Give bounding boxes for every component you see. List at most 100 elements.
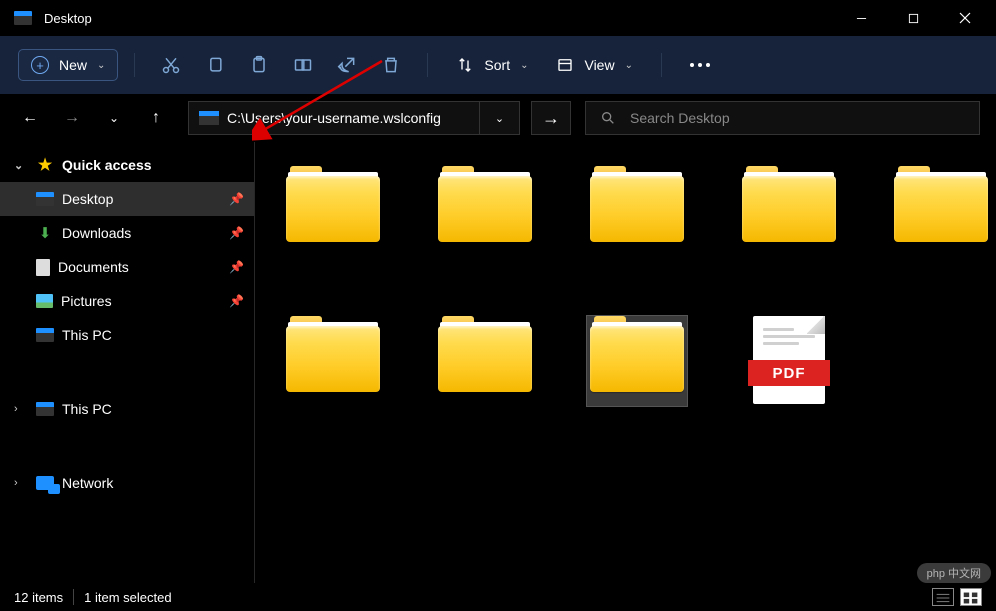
sidebar-item-documents[interactable]: Documents 📌 xyxy=(0,250,254,284)
sidebar-network[interactable]: › Network xyxy=(0,466,254,500)
folder-item[interactable] xyxy=(587,166,687,256)
go-button[interactable]: → xyxy=(531,101,571,135)
search-placeholder: Search Desktop xyxy=(630,110,730,126)
folder-item[interactable] xyxy=(587,316,687,406)
pdf-label: PDF xyxy=(773,365,806,382)
pc-icon xyxy=(36,400,54,418)
forward-button[interactable]: → xyxy=(54,100,90,136)
folder-item[interactable] xyxy=(891,166,991,256)
pc-icon xyxy=(36,326,54,344)
pin-icon: 📌 xyxy=(229,294,244,308)
download-icon: ⬇ xyxy=(36,224,54,242)
sort-button[interactable]: Sort ⌄ xyxy=(444,50,540,80)
rename-button[interactable] xyxy=(283,45,323,85)
pin-icon: 📌 xyxy=(229,226,244,240)
toolbar: + New ⌄ Sort ⌄ View ⌄ xyxy=(0,36,996,94)
address-text: C:\Users\your-username.wslconfig xyxy=(227,110,441,126)
chevron-right-icon: › xyxy=(14,477,28,489)
status-separator xyxy=(73,589,74,605)
details-view-button[interactable] xyxy=(932,588,954,606)
selection-count: 1 item selected xyxy=(84,590,171,605)
chevron-down-icon: ⌄ xyxy=(97,60,105,71)
chevron-down-icon: ⌄ xyxy=(14,159,28,172)
share-button[interactable] xyxy=(327,45,367,85)
search-icon xyxy=(600,110,616,126)
folder-icon xyxy=(590,166,684,242)
pin-icon: 📌 xyxy=(229,192,244,206)
pictures-icon xyxy=(36,294,53,308)
toolbar-separator xyxy=(134,53,135,77)
toolbar-separator xyxy=(661,53,662,77)
address-bar[interactable]: C:\Users\your-username.wslconfig xyxy=(188,101,480,135)
location-icon xyxy=(199,111,219,125)
sidebar-item-label: Desktop xyxy=(62,191,221,207)
chevron-right-icon: › xyxy=(14,403,28,415)
paste-button[interactable] xyxy=(239,45,279,85)
app-icon xyxy=(14,11,32,25)
item-count: 12 items xyxy=(14,590,63,605)
view-label: View xyxy=(584,57,614,73)
folder-icon xyxy=(438,316,532,392)
copy-button[interactable] xyxy=(195,45,235,85)
view-button[interactable]: View ⌄ xyxy=(544,50,644,80)
sidebar-thispc[interactable]: › This PC xyxy=(0,392,254,426)
network-label: Network xyxy=(62,475,244,491)
navigation-bar: ← → ⌄ ↑ C:\Users\your-username.wslconfig… xyxy=(0,94,996,142)
desktop-icon xyxy=(36,190,54,208)
pdf-icon: PDF xyxy=(749,316,829,406)
back-button[interactable]: ← xyxy=(12,100,48,136)
folder-icon xyxy=(438,166,532,242)
address-dropdown[interactable]: ⌄ xyxy=(480,101,520,135)
sidebar-item-thispc[interactable]: This PC xyxy=(0,318,254,352)
sidebar-quick-access[interactable]: ⌄ ★ Quick access xyxy=(0,148,254,182)
folder-icon xyxy=(894,166,988,242)
sidebar-item-downloads[interactable]: ⬇ Downloads 📌 xyxy=(0,216,254,250)
close-button[interactable] xyxy=(948,4,982,32)
maximize-button[interactable] xyxy=(896,4,930,32)
folder-item[interactable] xyxy=(435,166,535,256)
folder-item[interactable] xyxy=(283,316,383,406)
sort-icon xyxy=(456,56,474,74)
folder-icon xyxy=(590,316,684,392)
more-button[interactable] xyxy=(678,63,722,67)
titlebar: Desktop xyxy=(0,0,996,36)
document-icon xyxy=(36,259,50,276)
folder-icon xyxy=(286,166,380,242)
watermark: php 中文网 xyxy=(917,563,991,583)
network-icon xyxy=(36,474,54,492)
file-item-pdf[interactable]: PDF xyxy=(739,316,839,406)
chevron-down-icon: ⌄ xyxy=(520,60,528,71)
delete-button[interactable] xyxy=(371,45,411,85)
up-button[interactable]: ↑ xyxy=(138,100,174,136)
star-icon: ★ xyxy=(36,156,54,174)
sidebar-item-pictures[interactable]: Pictures 📌 xyxy=(0,284,254,318)
toolbar-separator xyxy=(427,53,428,77)
folder-item[interactable] xyxy=(435,316,535,406)
sidebar-item-desktop[interactable]: Desktop 📌 xyxy=(0,182,254,216)
content-area[interactable]: PDF xyxy=(255,142,996,583)
folder-item[interactable] xyxy=(283,166,383,256)
plus-icon: + xyxy=(31,56,49,74)
cut-button[interactable] xyxy=(151,45,191,85)
recent-button[interactable]: ⌄ xyxy=(96,100,132,136)
sidebar-item-label: Downloads xyxy=(62,225,221,241)
window-title: Desktop xyxy=(44,11,844,26)
icons-view-button[interactable] xyxy=(960,588,982,606)
sidebar-item-label: Pictures xyxy=(61,293,221,309)
statusbar: 12 items 1 item selected xyxy=(0,583,996,611)
sort-label: Sort xyxy=(484,57,510,73)
thispc-label: This PC xyxy=(62,401,244,417)
folder-icon xyxy=(742,166,836,242)
chevron-down-icon: ⌄ xyxy=(625,60,633,71)
new-button[interactable]: + New ⌄ xyxy=(18,49,118,81)
minimize-button[interactable] xyxy=(844,4,878,32)
quick-access-label: Quick access xyxy=(62,157,244,173)
pin-icon: 📌 xyxy=(229,260,244,274)
folder-item[interactable] xyxy=(739,166,839,256)
folder-icon xyxy=(286,316,380,392)
search-input[interactable]: Search Desktop xyxy=(585,101,980,135)
sidebar-item-label: Documents xyxy=(58,259,221,275)
new-label: New xyxy=(59,57,87,73)
sidebar-item-label: This PC xyxy=(62,327,244,343)
sidebar: ⌄ ★ Quick access Desktop 📌 ⬇ Downloads 📌… xyxy=(0,142,255,583)
